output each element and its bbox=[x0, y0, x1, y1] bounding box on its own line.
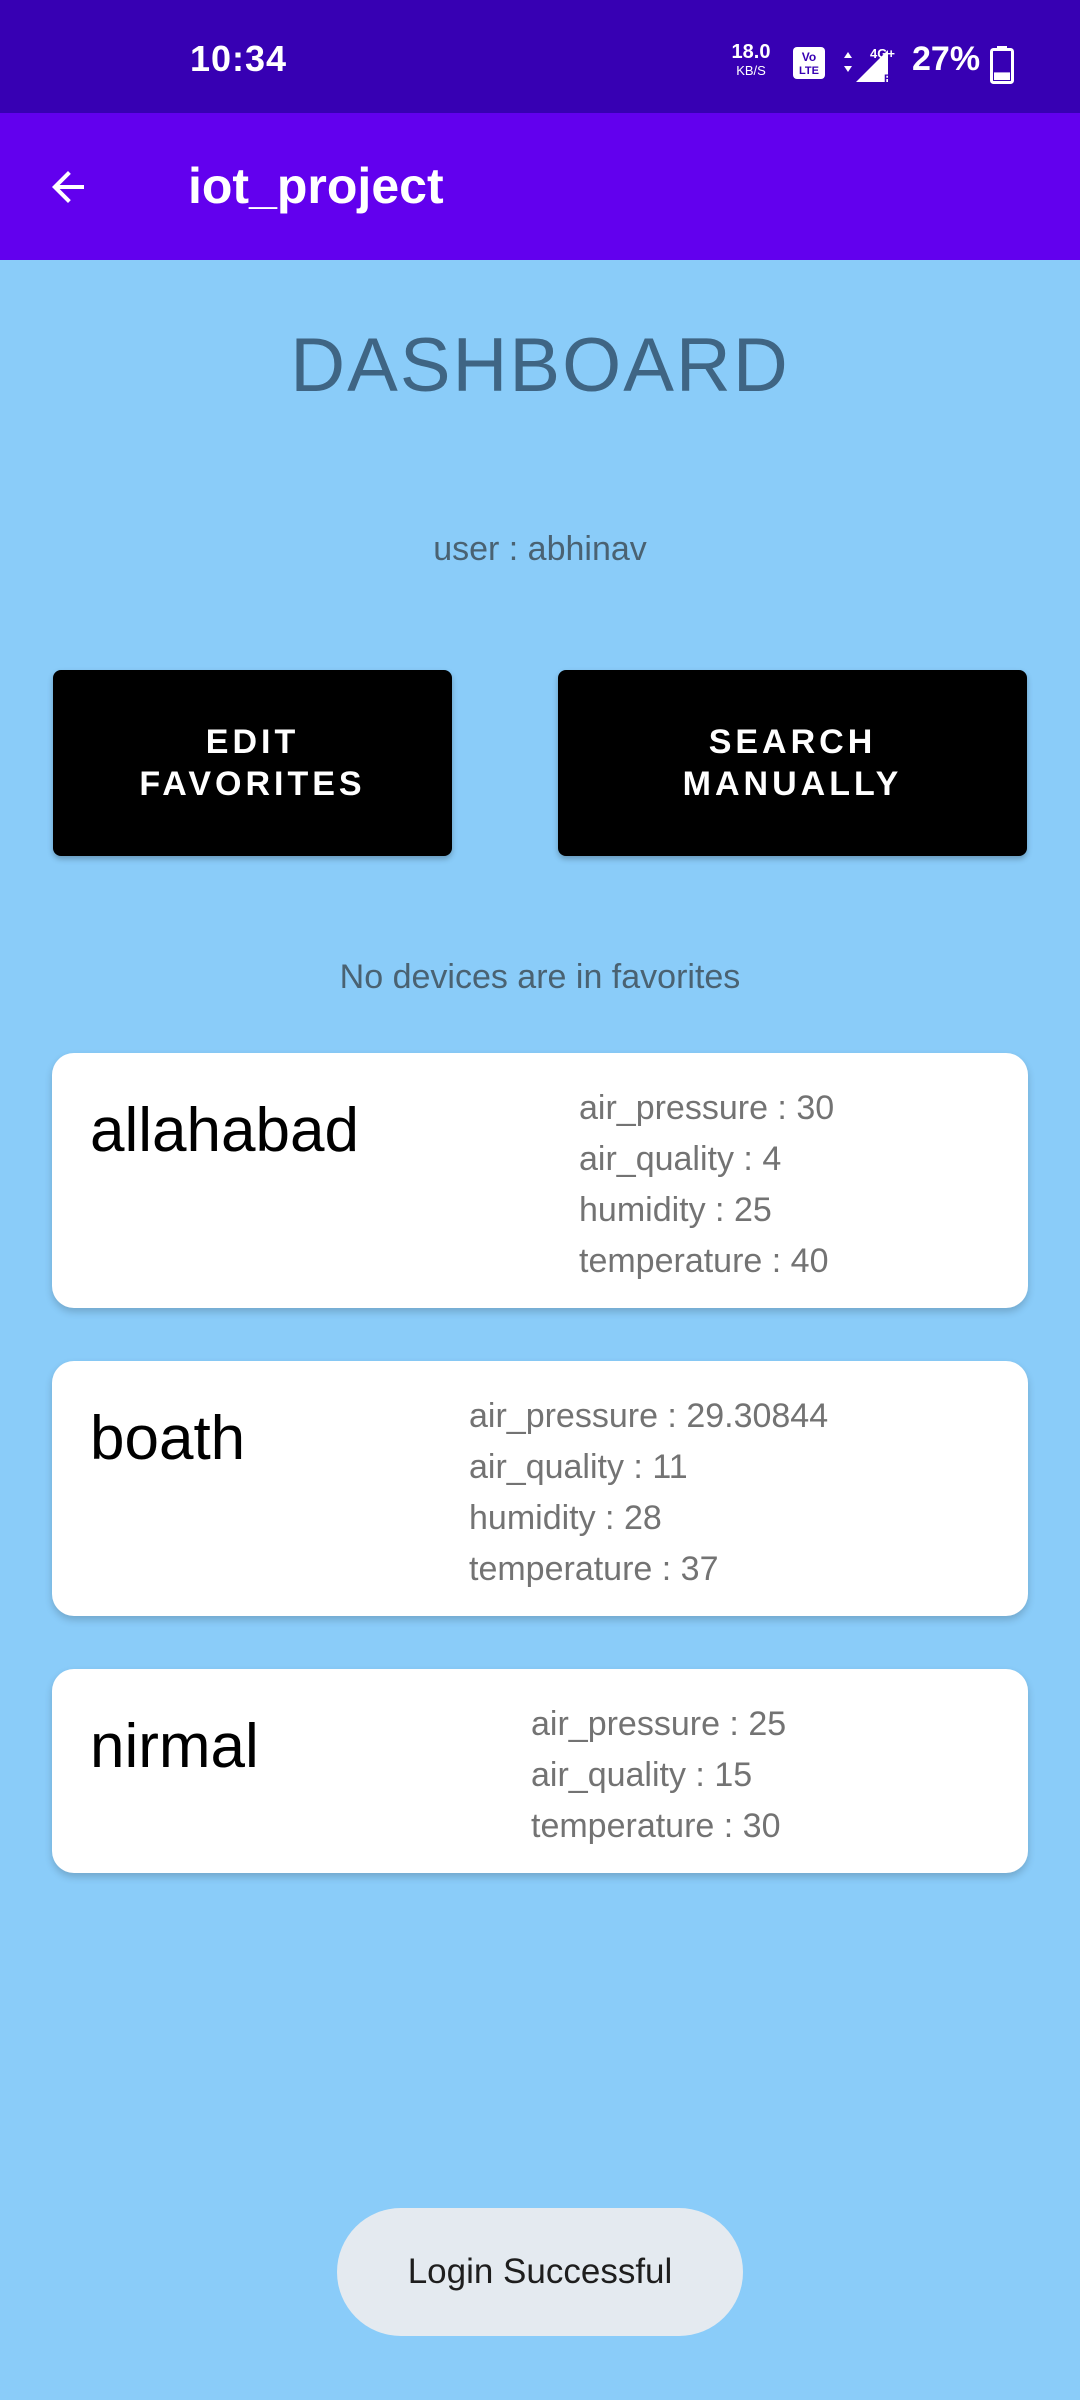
page-title: DASHBOARD bbox=[290, 323, 790, 408]
back-button[interactable] bbox=[30, 149, 106, 225]
device-card-nirmal[interactable]: nirmal air_pressure : 25 air_quality : 1… bbox=[52, 1669, 1028, 1873]
reading-humidity: humidity : 25 bbox=[579, 1191, 772, 1229]
reading-temperature: temperature : 37 bbox=[469, 1550, 719, 1588]
toast-message: Login Successful bbox=[337, 2208, 743, 2336]
device-card-allahabad[interactable]: allahabad air_pressure : 30 air_quality … bbox=[52, 1053, 1028, 1308]
reading-temperature: temperature : 30 bbox=[531, 1807, 781, 1845]
arrow-left-icon bbox=[52, 171, 84, 203]
device-readings: air_pressure : 30 air_quality : 4 humidi… bbox=[579, 1083, 834, 1287]
user-label: user : abhinav bbox=[433, 530, 647, 568]
device-readings: air_pressure : 25 air_quality : 15 tempe… bbox=[531, 1699, 786, 1852]
svg-text:4G+: 4G+ bbox=[870, 46, 895, 61]
search-manually-button[interactable]: SEARCH MANUALLY bbox=[558, 670, 1027, 856]
app-bar: iot_project bbox=[0, 113, 1080, 260]
device-name: allahabad bbox=[90, 1096, 359, 1165]
battery-icon bbox=[990, 46, 1014, 84]
status-time: 10:34 bbox=[190, 38, 288, 79]
network-speed-unit: KB/S bbox=[736, 63, 766, 78]
reading-air-quality: air_quality : 11 bbox=[469, 1448, 688, 1486]
app-title: iot_project bbox=[188, 158, 444, 214]
edit-favorites-button[interactable]: EDIT FAVORITES bbox=[53, 670, 452, 856]
reading-humidity: humidity : 28 bbox=[469, 1499, 662, 1537]
edit-favorites-label-line2: FAVORITES bbox=[139, 765, 366, 803]
reading-air-pressure: air_pressure : 29.30844 bbox=[469, 1397, 829, 1435]
network-speed: 18.0 KB/S bbox=[728, 42, 774, 77]
signal-4g-icon: 4G+ R bbox=[844, 46, 895, 84]
favorites-empty-message: No devices are in favorites bbox=[339, 958, 741, 996]
device-name: nirmal bbox=[90, 1712, 259, 1781]
svg-text:LTE: LTE bbox=[799, 65, 819, 77]
reading-air-pressure: air_pressure : 30 bbox=[579, 1089, 835, 1127]
network-speed-value: 18.0 bbox=[731, 41, 771, 63]
edit-favorites-label-line1: EDIT bbox=[205, 722, 300, 761]
svg-text:R: R bbox=[884, 73, 892, 84]
battery-percent: 27% bbox=[912, 40, 981, 78]
device-card-boath[interactable]: boath air_pressure : 29.30844 air_qualit… bbox=[52, 1361, 1028, 1616]
reading-temperature: temperature : 40 bbox=[579, 1242, 829, 1280]
svg-text:Vo: Vo bbox=[802, 50, 816, 64]
volte-icon: Vo LTE bbox=[793, 47, 825, 79]
search-manually-label-line1: SEARCH bbox=[708, 722, 877, 761]
reading-air-quality: air_quality : 4 bbox=[579, 1140, 782, 1178]
status-bar: 10:34 18.0 KB/S Vo LTE 4G+ R 27% bbox=[0, 0, 1080, 113]
search-manually-label-line2: MANUALLY bbox=[682, 765, 903, 803]
reading-air-quality: air_quality : 15 bbox=[531, 1756, 753, 1794]
device-name: boath bbox=[90, 1404, 246, 1473]
reading-air-pressure: air_pressure : 25 bbox=[531, 1705, 787, 1743]
device-readings: air_pressure : 29.30844 air_quality : 11… bbox=[469, 1391, 828, 1595]
